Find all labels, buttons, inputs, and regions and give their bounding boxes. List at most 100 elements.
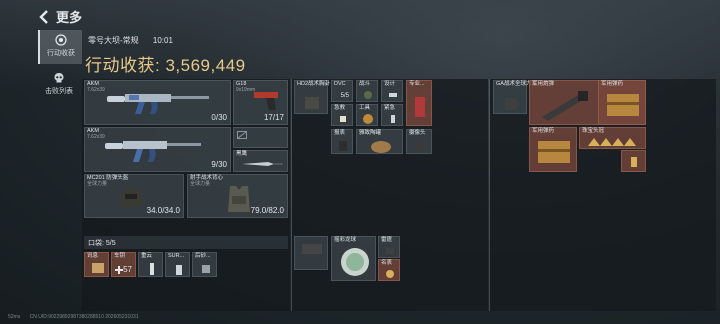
tab-label: 行动收获 [47, 50, 75, 57]
helmet-icon [119, 188, 143, 207]
artillery-shell-icon [542, 91, 588, 121]
safebox-item-label: 珠宝头冠 [582, 128, 605, 134]
pocket-item[interactable]: 车钥 57 [111, 252, 136, 277]
pocket-item[interactable]: 重云 [138, 252, 163, 277]
rig-item-label: 战斗 [359, 81, 371, 87]
rifle-icon [107, 94, 209, 114]
gadget-icon [202, 265, 210, 273]
safebox-item[interactable]: 军用弹药 [529, 127, 577, 172]
rifle-icon [105, 141, 201, 162]
tab-action-income[interactable]: 行动收获 [38, 30, 82, 64]
flashlight-icon [389, 93, 397, 97]
income-label: 行动收获: [85, 56, 161, 75]
item-label: 重云 [141, 253, 153, 259]
backpack-item-label: 名表 [381, 260, 393, 266]
camera-icon [416, 142, 424, 150]
melee-name: 黑鹰 [236, 151, 248, 157]
golden-statue-icon [631, 157, 637, 167]
item-label: 车钥 [114, 253, 126, 259]
safebox-item[interactable]: 珠宝头冠 [579, 127, 646, 149]
rig-item[interactable]: DVC 5/5 [331, 80, 353, 102]
pocket-header: 口袋: 5/5 [84, 236, 288, 249]
rig-item[interactable]: 紧急 [381, 104, 403, 126]
radio-icon [415, 97, 425, 117]
rig-item[interactable]: 报表 [331, 129, 353, 154]
document-icon [339, 141, 347, 151]
helmet-durability: 34.0/34.0 [146, 206, 180, 215]
ammo-count: 9/30 [211, 160, 227, 169]
backpack-item[interactable]: 名表 [378, 259, 400, 281]
helmet-slot[interactable]: MC201 防弹头盔 全球力量 34.0/34.0 [84, 174, 184, 218]
weapon-slot-primary[interactable]: AKM 7.62x39 0/30 [84, 80, 231, 125]
backpack-item[interactable]: 摇彩龙球 [331, 236, 376, 281]
ammo-crate-icon [607, 94, 639, 116]
safebox-slot[interactable]: GA战术全球力量 [493, 80, 537, 114]
vest-slot[interactable]: 射手战术背心 全球力量 79.0/82.0 [187, 174, 288, 218]
pocket-item[interactable]: 后砂... [192, 252, 217, 277]
rig-item[interactable]: 雅致陶罐 [356, 129, 403, 154]
stim-icon [391, 115, 395, 123]
rig-item-label: DVC [334, 81, 346, 87]
ammo-crate-icon [538, 141, 570, 163]
target-icon [55, 34, 67, 46]
rig-item[interactable]: 急救 [331, 104, 353, 126]
pocket-label: 口袋: 5/5 [88, 240, 116, 247]
top-bar: 更多 [38, 7, 82, 26]
weapon-caliber: 7.62x39 [87, 87, 105, 93]
raid-info: 零号大坝-常规 10:01 [88, 35, 185, 46]
raid-time: 10:01 [152, 36, 173, 45]
chest-rig-icon [305, 97, 319, 109]
uid-text: CN UID:90229892987380288510 202605231031 [29, 314, 139, 320]
safebox-item[interactable]: 军用弹药 [598, 80, 646, 125]
tab-kill-list[interactable]: 击败列表 [38, 68, 80, 102]
ammo-count: 17/17 [263, 113, 284, 122]
knife-icon [242, 162, 283, 166]
item-count: 57 [123, 265, 132, 274]
rig-item[interactable]: 工具 [356, 104, 378, 126]
ping-value: 52ms [8, 314, 21, 320]
melee-slot[interactable]: 黑鹰 [233, 150, 288, 172]
bottle-icon [176, 265, 182, 275]
weapon-slot-secondary[interactable]: AKM 7.62x39 9/30 [84, 127, 231, 172]
empty-slot-icon [237, 131, 247, 139]
backpack-item-label: 雷霆 [381, 237, 393, 243]
safebox-item-label: 军用弹药 [532, 128, 555, 134]
rig-item-label: 雅致陶罐 [359, 130, 382, 136]
rig-item[interactable]: 摄像头 [406, 129, 432, 154]
rig-item[interactable]: 设计 [381, 80, 403, 102]
rig-item-label: 报表 [334, 130, 346, 136]
vest-icon [228, 186, 250, 212]
pocket-item[interactable]: SUR... [165, 252, 190, 277]
income-value: 3,569,449 [165, 56, 246, 75]
weapon-slot-pistol[interactable]: G18 9x19mm 17/17 [233, 80, 288, 125]
page-title: 更多 [56, 10, 83, 25]
watch-icon [386, 270, 394, 278]
rig-item-label: 工具 [359, 105, 371, 111]
jewel-crown-icon [588, 138, 636, 146]
safebox-item-label: 军用弹药 [601, 81, 624, 87]
tool-icon [363, 114, 373, 124]
footer: 52ms CN UID:90229892987380288510 2026052… [8, 314, 139, 320]
crystal-ball-icon [341, 248, 369, 276]
rig-item-label: 摄像头 [409, 130, 426, 136]
rig-item-label: 设计 [384, 81, 396, 87]
tab-label: 击败列表 [45, 88, 73, 95]
backpack-slot[interactable] [294, 236, 328, 270]
pistol-icon [254, 92, 278, 110]
vest-brand: 全球力量 [190, 181, 211, 187]
rig-item[interactable]: 战斗 [356, 80, 378, 102]
safebox-item[interactable] [621, 150, 646, 172]
rig-slot[interactable]: HD2战术胸卦 [294, 80, 331, 114]
item-label: SUR... [168, 253, 185, 259]
notepad-icon [92, 263, 104, 273]
map-name: 零号大坝-常规 [88, 36, 139, 45]
pocket-item[interactable]: 讯息 [84, 252, 109, 277]
item-label: 后砂... [195, 253, 211, 259]
rig-label: HD2战术胸卦 [297, 81, 331, 87]
backpack-item[interactable]: 雷霆 [378, 236, 400, 258]
syringe-icon [150, 263, 154, 275]
empty-slot[interactable] [233, 127, 288, 148]
rig-item[interactable]: 专业... [406, 80, 432, 126]
back-icon[interactable] [38, 9, 50, 24]
ammo-count: 0/30 [211, 113, 227, 122]
